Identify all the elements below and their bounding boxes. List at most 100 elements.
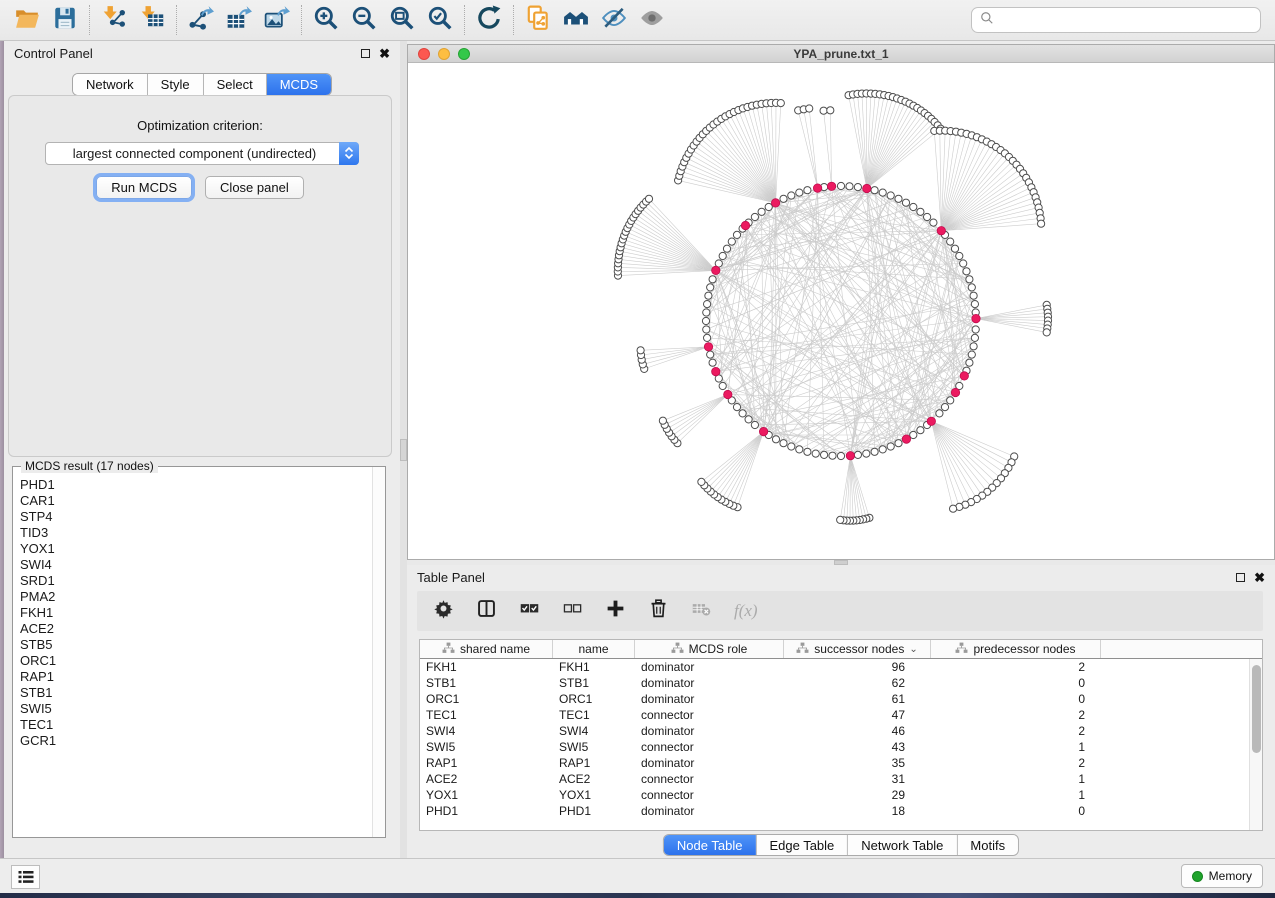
- result-scrollbar[interactable]: [372, 467, 385, 837]
- mcds-result-item[interactable]: SWI5: [20, 701, 372, 717]
- deselect-all-button[interactable]: [562, 598, 583, 624]
- zoom-fit-button[interactable]: [383, 4, 421, 36]
- vertical-splitter[interactable]: [400, 41, 407, 858]
- control-panel-tabs: NetworkStyleSelectMCDS: [73, 74, 331, 95]
- mcds-result-item[interactable]: STP4: [20, 509, 372, 525]
- mcds-result-item[interactable]: PMA2: [20, 589, 372, 605]
- table-row[interactable]: TEC1TEC1connector472: [420, 707, 1262, 723]
- network-canvas[interactable]: [408, 63, 1274, 559]
- sort-indicator-icon: ⌄: [909, 644, 917, 655]
- table-scrollbar[interactable]: [1249, 659, 1262, 830]
- column-header-successor-nodes[interactable]: successor nodes⌄: [784, 640, 931, 658]
- mcds-result-item[interactable]: YOX1: [20, 541, 372, 557]
- table-body: FKH1FKH1dominator962STB1STB1dominator620…: [420, 659, 1262, 819]
- cell-role: connector: [635, 772, 784, 786]
- delete-row-button[interactable]: [648, 598, 669, 624]
- column-header-name[interactable]: name: [553, 640, 635, 658]
- table-row[interactable]: YOX1YOX1connector291: [420, 787, 1262, 803]
- mcds-result-list[interactable]: PHD1CAR1STP4TID3YOX1SWI4SRD1PMA2FKH1ACE2…: [14, 477, 372, 836]
- cell-pred: 2: [931, 708, 1101, 722]
- memory-button[interactable]: Memory: [1181, 864, 1263, 888]
- export-image-button[interactable]: [258, 4, 296, 36]
- table-row[interactable]: RAP1RAP1dominator352: [420, 755, 1262, 771]
- close-table-panel-icon[interactable]: ✖: [1254, 571, 1265, 584]
- zoom-out-button[interactable]: [345, 4, 383, 36]
- table-row[interactable]: ACE2ACE2connector311: [420, 771, 1262, 787]
- mcds-result-item[interactable]: FKH1: [20, 605, 372, 621]
- table-tab-node-table[interactable]: Node Table: [664, 835, 757, 855]
- tab-select[interactable]: Select: [204, 74, 267, 95]
- table-tab-network-table[interactable]: Network Table: [848, 835, 957, 855]
- table-scrollbar-thumb[interactable]: [1252, 665, 1261, 753]
- mcds-result-item[interactable]: SWI4: [20, 557, 372, 573]
- tab-network[interactable]: Network: [73, 74, 148, 95]
- mcds-result-item[interactable]: TID3: [20, 525, 372, 541]
- mcds-result-item[interactable]: CAR1: [20, 493, 372, 509]
- table-row[interactable]: STB1STB1dominator620: [420, 675, 1262, 691]
- search-box[interactable]: [971, 7, 1261, 33]
- mcds-result-item[interactable]: SRD1: [20, 573, 372, 589]
- export-table-button[interactable]: [220, 4, 258, 36]
- add-column-button[interactable]: [605, 598, 626, 624]
- column-header-shared-name[interactable]: shared name: [420, 640, 553, 658]
- open-file-button[interactable]: [8, 4, 46, 36]
- run-mcds-button[interactable]: Run MCDS: [96, 176, 192, 199]
- task-history-button[interactable]: [11, 865, 40, 889]
- table-row[interactable]: SWI5SWI5connector431: [420, 739, 1262, 755]
- mcds-result-item[interactable]: ORC1: [20, 653, 372, 669]
- float-panel-icon[interactable]: [361, 49, 370, 58]
- zoom-selected-button[interactable]: [421, 4, 459, 36]
- float-table-panel-icon[interactable]: [1236, 573, 1245, 582]
- mcds-result-item[interactable]: GCR1: [20, 733, 372, 749]
- split-panel-button[interactable]: [476, 598, 497, 624]
- mcds-result-item[interactable]: RAP1: [20, 669, 372, 685]
- cell-role: connector: [635, 740, 784, 754]
- import-table-button[interactable]: [133, 4, 171, 36]
- close-panel-icon[interactable]: ✖: [379, 47, 390, 60]
- hide-selected-button[interactable]: [595, 4, 633, 36]
- table-tab-motifs[interactable]: Motifs: [957, 835, 1018, 855]
- tab-style[interactable]: Style: [148, 74, 204, 95]
- save-session-button[interactable]: [46, 4, 84, 36]
- zoom-in-button[interactable]: [307, 4, 345, 36]
- table-row[interactable]: SWI4SWI4dominator462: [420, 723, 1262, 739]
- network-titlebar[interactable]: YPA_prune.txt_1: [408, 45, 1274, 63]
- column-label: shared name: [460, 642, 530, 656]
- mcds-result-item[interactable]: STB5: [20, 637, 372, 653]
- table-row[interactable]: ORC1ORC1dominator610: [420, 691, 1262, 707]
- mcds-result-item[interactable]: STB1: [20, 685, 372, 701]
- search-input[interactable]: [1000, 13, 1252, 28]
- control-panel-title: Control Panel: [14, 46, 93, 61]
- cell-role: dominator: [635, 804, 784, 818]
- column-type-icon: [671, 642, 684, 657]
- zoom-in-icon: [313, 5, 339, 36]
- mcds-result-item[interactable]: ACE2: [20, 621, 372, 637]
- select-all-button[interactable]: [519, 598, 540, 624]
- hide-selected-icon: [601, 5, 627, 36]
- show-all-button[interactable]: [633, 4, 671, 36]
- export-table-icon: [226, 5, 252, 36]
- refresh-button[interactable]: [470, 4, 508, 36]
- export-network-button[interactable]: [182, 4, 220, 36]
- close-panel-button[interactable]: Close panel: [205, 176, 304, 199]
- first-neighbors-button[interactable]: [557, 4, 595, 36]
- table-row[interactable]: FKH1FKH1dominator962: [420, 659, 1262, 675]
- cell-shared: SWI4: [420, 724, 553, 738]
- table-tab-edge-table[interactable]: Edge Table: [756, 835, 848, 855]
- import-network-button[interactable]: [95, 4, 133, 36]
- zoom-fit-icon: [389, 5, 415, 36]
- tab-mcds[interactable]: MCDS: [267, 74, 331, 95]
- table-tabs: Node TableEdge TableNetwork TableMotifs: [664, 835, 1018, 855]
- destroy-column-icon: [691, 598, 712, 624]
- clone-network-button[interactable]: [519, 4, 557, 36]
- settings-gear-button[interactable]: [433, 598, 454, 624]
- column-type-icon: [955, 642, 968, 657]
- vertical-splitter-handle[interactable]: [400, 439, 407, 461]
- column-header-MCDS-role[interactable]: MCDS role: [635, 640, 784, 658]
- column-header-predecessor-nodes[interactable]: predecessor nodes: [931, 640, 1101, 658]
- mcds-result-item[interactable]: TEC1: [20, 717, 372, 733]
- mcds-result-item[interactable]: PHD1: [20, 477, 372, 493]
- criterion-dropdown[interactable]: largest connected component (undirected): [45, 142, 359, 165]
- table-row[interactable]: PHD1PHD1dominator180: [420, 803, 1262, 819]
- node-table: shared name nameMCDS rolesuccessor nodes⌄…: [419, 639, 1263, 831]
